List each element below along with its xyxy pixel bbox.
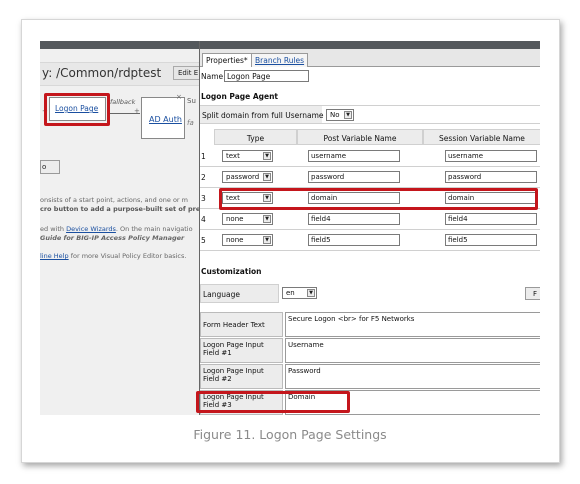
close-icon[interactable]: × xyxy=(176,93,182,101)
description-line-1: onsists of a start point, actions, and o… xyxy=(40,196,189,204)
type-select[interactable]: none ▼ xyxy=(222,234,273,246)
screenshot-area: y: /Common/rdptest Edit E + Logon Page f… xyxy=(40,41,540,415)
type-select[interactable]: password ▼ xyxy=(222,171,273,183)
description-line-2: cro button to add a purpose-built set of… xyxy=(40,205,210,213)
chevron-down-icon: ▼ xyxy=(263,215,271,223)
help-line-3: line Help for more Visual Policy Editor … xyxy=(40,252,187,260)
session-variable-input[interactable]: username xyxy=(445,150,537,162)
online-help-link[interactable]: line Help xyxy=(40,252,69,260)
input-field-1-input[interactable]: Username xyxy=(285,338,540,363)
split-domain-label: Split domain from full Username xyxy=(200,106,324,123)
successful-branch-label: Su xyxy=(187,97,196,105)
input-field-2-input[interactable]: Password xyxy=(285,364,540,389)
name-input[interactable]: Logon Page xyxy=(224,70,309,82)
fallback-branch-label: fa xyxy=(187,119,194,127)
tab-branch-rules[interactable]: Branch Rules xyxy=(251,53,309,67)
properties-panel: Properties* Branch Rules Name: Logon Pag… xyxy=(199,41,540,415)
table-row: 4 none ▼ field4 field4 xyxy=(200,209,540,230)
chevron-down-icon: ▼ xyxy=(263,236,271,244)
panel-top-bar xyxy=(200,41,540,49)
chevron-down-icon: ▼ xyxy=(307,289,315,297)
section-logon-page-agent: Logon Page Agent xyxy=(201,92,279,101)
help-line-1: ed with Device Wizards. On the main navi… xyxy=(40,225,193,233)
table-row: 5 none ▼ field5 field5 xyxy=(200,230,540,251)
ad-auth-node-label[interactable]: AD Auth xyxy=(149,115,182,124)
figure-caption: Figure 11. Logon Page Settings xyxy=(193,427,387,442)
highlight-logon-node xyxy=(44,93,110,126)
form-header-label: Form Header Text xyxy=(200,312,283,337)
table-row: 1 text ▼ username username xyxy=(200,146,540,167)
highlight-domain-field xyxy=(196,391,350,413)
device-wizards-link[interactable]: Device Wizards xyxy=(66,225,116,233)
top-bar xyxy=(40,41,199,49)
add-icon[interactable]: + xyxy=(134,107,140,115)
post-variable-input[interactable]: field5 xyxy=(308,234,400,246)
help-line-2: Guide for BIG-IP Access Policy Manager xyxy=(40,234,185,242)
policy-title: y: /Common/rdptest xyxy=(42,66,162,80)
name-label: Name: xyxy=(201,72,226,81)
form-header-input[interactable]: Secure Logon <br> for F5 Networks xyxy=(285,312,540,337)
chevron-down-icon[interactable]: ▼ xyxy=(344,111,352,119)
table-row: 2 password ▼ password password xyxy=(200,167,540,188)
type-select[interactable]: none ▼ xyxy=(222,213,273,225)
tab-bar: Properties* Branch Rules xyxy=(200,49,540,67)
ad-auth-node[interactable]: AD Auth xyxy=(141,97,185,139)
split-domain-select[interactable]: No ▼ xyxy=(326,109,354,121)
session-variable-input[interactable]: field5 xyxy=(445,234,537,246)
session-variable-input[interactable]: password xyxy=(445,171,537,183)
edit-button[interactable]: Edit E xyxy=(173,66,201,80)
table-header: Type Post Variable Name Session Variable… xyxy=(200,129,540,145)
chevron-down-icon: ▼ xyxy=(263,173,271,181)
apply-button[interactable]: o xyxy=(40,160,60,174)
column-header-session-variable: Session Variable Name xyxy=(423,129,540,145)
input-field-2-label: Logon Page Input Field #2 xyxy=(200,364,283,389)
language-row: Language en ▼ F xyxy=(200,284,540,303)
section-customization: Customization xyxy=(201,267,262,276)
language-label: Language xyxy=(200,284,279,303)
policy-editor-background: y: /Common/rdptest Edit E + Logon Page f… xyxy=(40,41,210,415)
session-variable-input[interactable]: field4 xyxy=(445,213,537,225)
fallback-label: fallback xyxy=(110,98,136,106)
tab-properties[interactable]: Properties* xyxy=(202,53,252,67)
input-field-1-label: Logon Page Input Field #1 xyxy=(200,338,283,363)
post-variable-input[interactable]: password xyxy=(308,171,400,183)
language-action-button[interactable]: F xyxy=(525,287,540,300)
highlight-domain-row xyxy=(219,188,538,210)
type-select[interactable]: text ▼ xyxy=(222,150,273,162)
language-select[interactable]: en ▼ xyxy=(282,287,317,299)
split-domain-row: Split domain from full Username No ▼ xyxy=(200,105,540,124)
column-header-post-variable: Post Variable Name xyxy=(297,129,423,145)
post-variable-input[interactable]: field4 xyxy=(308,213,400,225)
chevron-down-icon: ▼ xyxy=(263,152,271,160)
column-header-type: Type xyxy=(214,129,297,145)
post-variable-input[interactable]: username xyxy=(308,150,400,162)
